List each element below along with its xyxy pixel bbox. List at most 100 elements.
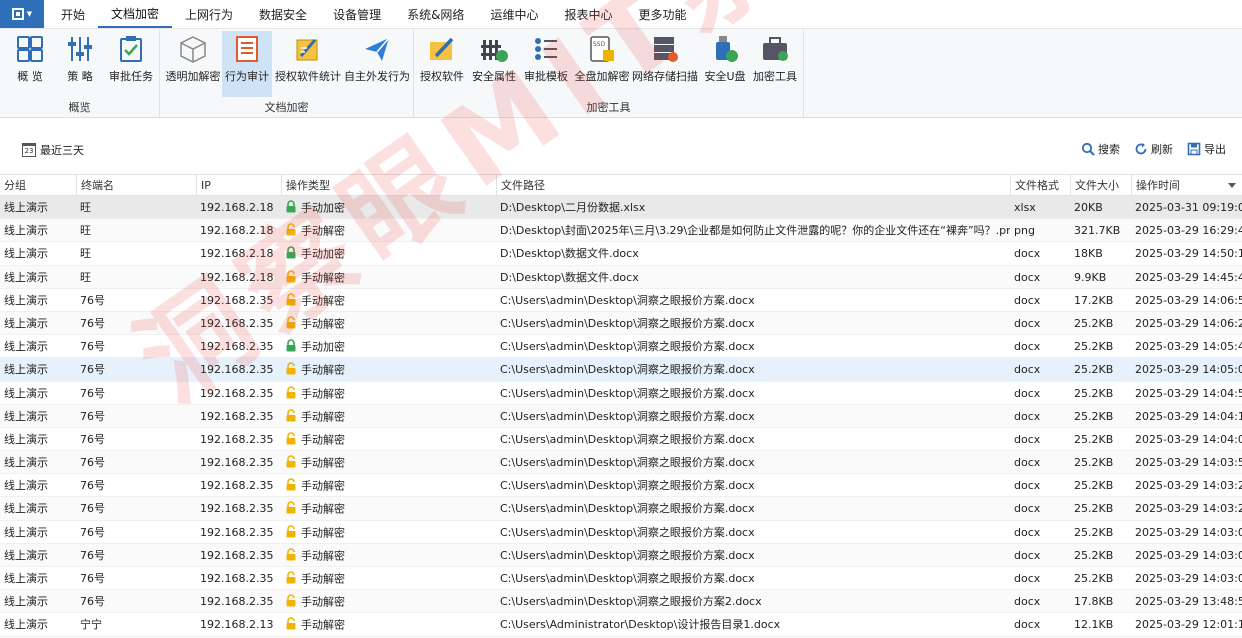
menu-tab[interactable]: 设备管理 (320, 0, 394, 28)
lock-open-icon (286, 478, 296, 491)
transparent-crypto-button-label: 透明加解密 (165, 70, 221, 83)
cell-terminal: 76号 (80, 525, 105, 539)
cell-file-path: D:\Desktop\数据文件.docx (500, 247, 639, 261)
table-row[interactable]: 线上演示 76号 192.168.2.35 手动解密 C:\Users\admin\De… (0, 311, 1242, 336)
table-row[interactable]: 线上演示 旺 192.168.2.18 手动加密 D:\Desktop\二月份数据.xl… (0, 196, 1242, 220)
full-disk-crypto-button[interactable]: SSD 全盘加解密 (574, 31, 630, 97)
date-filter-button[interactable]: 23 最近三天 (22, 142, 84, 158)
column-header-file-format[interactable]: 文件格式 (1010, 175, 1070, 197)
auth-software-button[interactable]: 授权软件 (418, 31, 466, 97)
cell-file-size: 25.2KB (1074, 316, 1114, 330)
table-row[interactable]: 线上演示 76号 192.168.2.35 手动解密 C:\Users\admin\De… (0, 474, 1242, 498)
refresh-button[interactable]: 刷新 (1134, 141, 1173, 157)
menu-tab[interactable]: 运维中心 (477, 0, 551, 28)
cell-terminal: 76号 (80, 456, 105, 470)
cell-file-size: 12.1KB (1074, 618, 1114, 632)
cell-file-format: xlsx (1014, 201, 1036, 214)
cell-terminal: 76号 (80, 595, 105, 609)
column-header-op-time[interactable]: 操作时间 (1131, 175, 1242, 197)
table-row[interactable]: 线上演示 76号 192.168.2.35 手动解密 C:\Users\admin\De… (0, 358, 1242, 382)
table-row[interactable]: 线上演示 76号 192.168.2.35 手动解密 C:\Users\admin\De… (0, 590, 1242, 614)
overview-button-label: 概 览 (17, 70, 43, 83)
app-menu-button[interactable]: ▼ (0, 0, 44, 28)
table-row[interactable]: 线上演示 76号 192.168.2.35 手动加密 C:\Users\admin\De… (0, 335, 1242, 359)
policy-button[interactable]: 策 略 (58, 31, 102, 97)
export-button[interactable]: 导出 (1187, 141, 1226, 157)
cell-file-path: C:\Users\admin\Desktop\洞察之眼报价方案.docx (500, 548, 755, 562)
cell-terminal: 76号 (80, 479, 105, 493)
cell-op-time: 2025-03-29 14:04:52 (1135, 386, 1242, 400)
cell-file-format: png (1014, 224, 1035, 238)
menu-tab[interactable]: 上网行为 (172, 0, 246, 28)
table-row[interactable]: 线上演示 旺 192.168.2.18 手动解密 D:\Desktop\数据文件.doc… (0, 265, 1242, 289)
auth-software-stats-button[interactable]: 授权软件统计 (274, 31, 342, 97)
menu-tab[interactable]: 数据安全 (246, 0, 320, 28)
menu-tab[interactable]: 文档加密 (98, 0, 173, 28)
approval-task-icon (120, 36, 142, 62)
send-out-button[interactable]: 自主外发行为 (344, 31, 410, 97)
table-row[interactable]: 线上演示 76号 192.168.2.35 手动解密 C:\Users\admin\De… (0, 382, 1242, 405)
table-row[interactable]: 线上演示 76号 192.168.2.35 手动解密 C:\Users\admin\De… (0, 451, 1242, 475)
table-row[interactable]: 线上演示 76号 192.168.2.35 手动解密 C:\Users\admin\De… (0, 289, 1242, 312)
network-storage-scan-button[interactable]: 网络存储扫描 (632, 31, 698, 97)
auth-software-stats-button-label: 授权软件统计 (275, 70, 341, 83)
table-row[interactable]: 线上演示 76号 192.168.2.35 手动解密 C:\Users\admin\De… (0, 543, 1242, 567)
table-row[interactable]: 线上演示 76号 192.168.2.35 手动解密 C:\Users\admin\De… (0, 497, 1242, 521)
table-row[interactable]: 线上演示 旺 192.168.2.18 手动解密 D:\Desktop\封面\2025年… (0, 219, 1242, 243)
lock-open-icon (286, 269, 296, 283)
menu-tab[interactable]: 系统&网络 (394, 0, 477, 28)
column-header-group[interactable]: 分组 (0, 175, 76, 197)
menu-tab[interactable]: 开始 (48, 0, 98, 28)
cell-op-type: 手动解密 (281, 358, 496, 381)
cell-ip: 192.168.2.35 (200, 432, 274, 446)
secure-usb-button[interactable]: 安全U盘 (702, 31, 748, 97)
table-row[interactable]: 线上演示 76号 192.168.2.35 手动解密 C:\Users\admin\De… (0, 404, 1242, 428)
lock-open-icon (286, 548, 296, 561)
cell-ip: 192.168.2.35 (200, 386, 274, 400)
send-out-button-label: 自主外发行为 (344, 70, 410, 83)
op-type-label: 手动解密 (301, 387, 345, 400)
table-row[interactable]: 线上演示 宁宁 192.168.2.13 手动解密 C:\Users\Administr… (0, 613, 1242, 637)
menu-tab[interactable]: 报表中心 (551, 0, 625, 28)
menu-tab[interactable]: 更多功能 (625, 0, 699, 28)
table-row[interactable]: 线上演示 76号 192.168.2.35 手动解密 C:\Users\admin\De… (0, 428, 1242, 452)
cell-ip: 192.168.2.35 (200, 572, 274, 585)
behavior-audit-button[interactable]: 行为审计 (222, 31, 272, 97)
cell-op-time: 2025-03-29 13:48:56 (1135, 595, 1242, 609)
column-header-file-size[interactable]: 文件大小 (1070, 175, 1131, 197)
cell-op-type: 手动解密 (281, 544, 496, 567)
approval-task-button[interactable]: 审批任务 (106, 31, 156, 97)
cell-file-path: D:\Desktop\二月份数据.xlsx (500, 201, 646, 214)
cell-file-size: 25.2KB (1074, 363, 1114, 377)
column-header-ip[interactable]: IP (196, 175, 281, 197)
op-type-label: 手动解密 (301, 410, 345, 424)
cell-op-time: 2025-03-29 14:06:55 (1135, 293, 1242, 307)
table-row[interactable]: 线上演示 76号 192.168.2.35 手动解密 C:\Users\admin\De… (0, 567, 1242, 591)
behavior-audit-button-label: 行为审计 (225, 70, 269, 83)
table-row[interactable]: 线上演示 76号 192.168.2.35 手动解密 C:\Users\admin\De… (0, 521, 1242, 544)
lock-open-icon (286, 524, 296, 538)
cell-op-time: 2025-03-29 12:01:14 (1135, 618, 1242, 632)
cell-ip: 192.168.2.35 (200, 456, 274, 470)
cell-group: 线上演示 (4, 224, 48, 238)
column-header-file-path[interactable]: 文件路径 (496, 175, 1010, 197)
full-disk-crypto-button-label: 全盘加解密 (574, 70, 630, 83)
overview-button[interactable]: 概 览 (8, 31, 52, 97)
lock-closed-icon (286, 339, 296, 352)
approval-template-button[interactable]: 审批模板 (522, 31, 570, 97)
cell-file-size: 17.2KB (1074, 293, 1114, 307)
cell-op-type: 手动加密 (281, 196, 496, 219)
column-header-op-type[interactable]: 操作类型 (281, 175, 496, 197)
op-type-label: 手动解密 (301, 595, 345, 609)
column-header-terminal[interactable]: 终端名 (76, 175, 196, 197)
op-type-label: 手动解密 (301, 456, 345, 470)
cell-file-path: C:\Users\admin\Desktop\洞察之眼报价方案.docx (500, 340, 755, 354)
transparent-crypto-button[interactable]: 透明加解密 (164, 31, 222, 97)
security-attribute-button[interactable]: 安全属性 (470, 31, 518, 97)
cell-group: 线上演示 (4, 548, 48, 562)
table-row[interactable]: 线上演示 旺 192.168.2.18 手动加密 D:\Desktop\数据文件.doc… (0, 242, 1242, 266)
cell-file-format: docx (1014, 409, 1041, 423)
encryption-tools-button[interactable]: 加密工具 (750, 31, 800, 97)
search-button[interactable]: 搜索 (1081, 141, 1120, 157)
cell-ip: 192.168.2.18 (200, 224, 274, 238)
